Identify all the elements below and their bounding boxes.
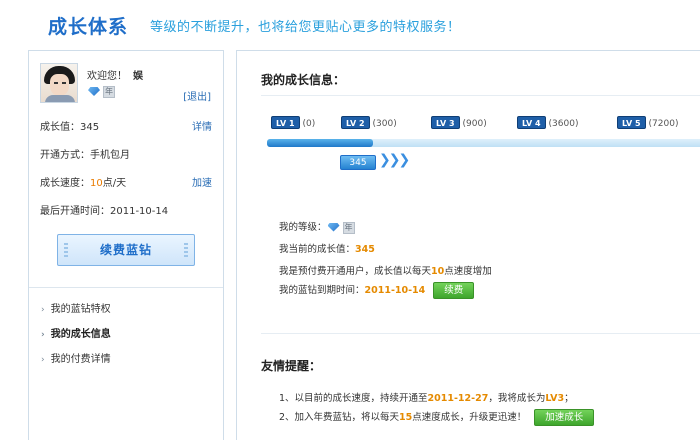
last-open-label: 最后开通时间：2011-10-14: [40, 206, 169, 217]
welcome-label: 欢迎您！: [87, 71, 127, 82]
progress-arrows-icon: ❯❯❯: [379, 152, 410, 168]
level-badge: LV 1: [271, 116, 300, 129]
growth-panel: 我的成长信息： LV 1 (0) LV 2 (300) LV 3 (900) LV 4…: [236, 50, 700, 440]
arrow-right-icon: ›: [41, 305, 45, 315]
menu-item-label: 我的蓝钻特权: [50, 304, 111, 315]
my-level-label: 我的等级：: [279, 222, 327, 233]
level-badge: LV 3: [431, 116, 460, 129]
divider: [261, 333, 700, 334]
level-marker-3: LV 3 (900): [431, 116, 487, 130]
prepaid-prefix: 我是预付费开通用户，成长值以每天: [279, 266, 432, 277]
tip2-prefix: 2、加入年费蓝钻，将以每天: [279, 412, 400, 423]
growth-progress-bar: [267, 139, 700, 147]
tip2-suffix: 点速度成长，升级更迅速！: [412, 412, 527, 423]
tip1-suffix: ；: [564, 393, 574, 404]
profile-panel: 欢迎您！ 娱 年 [退出] 成长值：345 详情 开通方式：手机包月 成长速度：1…: [28, 50, 224, 440]
tip2-value: 15: [399, 412, 413, 423]
prepaid-value: 10: [431, 266, 445, 277]
tip-line-1: 1、以目前的成长速度，持续开通至2011-12-27，我将成长为LV3；: [279, 390, 574, 404]
arrow-right-icon: ›: [41, 355, 45, 365]
tip1-prefix: 1、以目前的成长速度，持续开通至: [279, 393, 428, 404]
tip1-date: 2011-12-27: [427, 393, 489, 404]
level-marker-2: LV 2 (300): [341, 116, 397, 130]
page-subtitle: 等级的不断提升，也将给您更贴心更多的特权服务！: [150, 20, 461, 35]
level-points: (900): [462, 119, 487, 129]
username: 娱: [133, 71, 143, 82]
level-badge: LV 4: [517, 116, 546, 129]
level-icons: 年: [87, 86, 115, 100]
avatar[interactable]: [40, 63, 78, 103]
growth-speed-suffix: 点/天: [102, 178, 127, 189]
divider: [29, 287, 223, 288]
expire-row: 我的蓝钻到期时间：2011-10-14 续费: [279, 282, 475, 299]
year-badge-icon: 年: [103, 86, 115, 98]
arrow-right-icon: ›: [41, 330, 45, 340]
growth-value-label: 成长值：345: [40, 122, 100, 133]
my-level-row: 我的等级： 年: [279, 219, 355, 234]
page-title: 成长体系: [48, 16, 129, 38]
level-points: (7200): [648, 119, 679, 129]
blue-diamond-icon: [327, 222, 341, 234]
last-open-row: 最后开通时间：2011-10-14: [40, 202, 212, 217]
level-points: (300): [372, 119, 397, 129]
blue-diamond-icon: [87, 86, 101, 98]
menu-item-privileges[interactable]: › 我的蓝钻特权: [41, 300, 111, 315]
divider: [261, 95, 700, 96]
logout-link[interactable]: [退出]: [183, 88, 211, 103]
open-method-label: 开通方式：手机包月: [40, 150, 130, 161]
level-marker-4: LV 4 (3600): [517, 116, 578, 130]
year-badge-icon: 年: [342, 221, 355, 234]
renew-button[interactable]: 续费: [433, 282, 475, 299]
growth-speed-row: 成长速度：10点/天 加速: [40, 174, 212, 189]
renew-blue-diamond-button[interactable]: 续费蓝钻: [57, 234, 195, 266]
prepaid-suffix: 点速度增加: [444, 266, 492, 277]
growth-value-row: 成长值：345 详情: [40, 118, 212, 133]
growth-section-title: 我的成长信息：: [261, 73, 346, 87]
level-badge: LV 2: [341, 116, 370, 129]
tip1-mid: ，我将成长为: [488, 393, 546, 404]
level-marker-5: LV 5 (7200): [617, 116, 678, 130]
tips-section-title: 友情提醒：: [261, 359, 322, 373]
growth-progress-fill: [267, 139, 373, 147]
level-points: (3600): [548, 119, 579, 129]
current-growth-value: 345: [355, 244, 375, 255]
tip1-level: LV3: [545, 393, 565, 404]
menu-item-label: 我的成长信息: [50, 329, 111, 340]
level-marker-1: LV 1 (0): [271, 116, 315, 130]
tip-line-2: 2、加入年费蓝钻，将以每天15点速度成长，升级更迅速！ 加速成长: [279, 409, 595, 426]
speed-up-growth-button[interactable]: 加速成长: [534, 409, 595, 426]
current-growth-row: 我当前的成长值：345: [279, 241, 375, 255]
expire-date: 2011-10-14: [364, 285, 426, 296]
open-method-row: 开通方式：手机包月: [40, 146, 212, 161]
menu-item-label: 我的付费详情: [50, 354, 111, 365]
growth-speed-value: 10: [90, 178, 103, 189]
current-growth-badge: 345: [340, 155, 376, 170]
level-points: (0): [302, 119, 316, 129]
expire-label: 我的蓝钻到期时间：: [279, 285, 365, 296]
growth-detail-link[interactable]: 详情: [192, 118, 212, 133]
current-growth-label: 我当前的成长值：: [279, 244, 356, 255]
level-badge: LV 5: [617, 116, 646, 129]
growth-speed-prefix: 成长速度：: [40, 178, 90, 189]
welcome-text: 欢迎您！ 娱: [87, 67, 143, 82]
speed-up-link[interactable]: 加速: [192, 174, 212, 189]
menu-item-growth-info[interactable]: › 我的成长信息: [41, 325, 111, 340]
menu-item-payment-details[interactable]: › 我的付费详情: [41, 350, 111, 365]
page-header: 成长体系 等级的不断提升，也将给您更贴心更多的特权服务！: [0, 0, 700, 46]
prepaid-row: 我是预付费开通用户，成长值以每天10点速度增加: [279, 263, 492, 277]
